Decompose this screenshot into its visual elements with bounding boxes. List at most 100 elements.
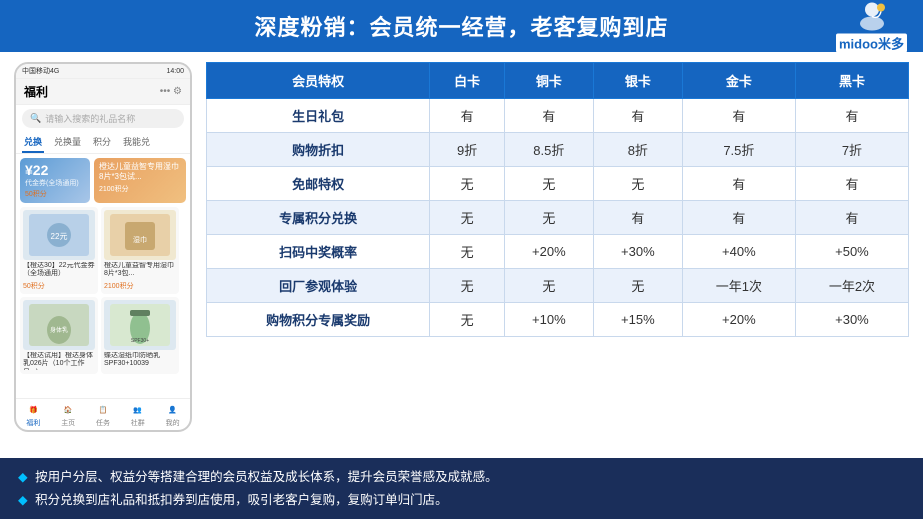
product-title-4: 蝶达湿纸巾防晒乳SPF30+10039 [104, 352, 176, 370]
cell-value: 8折 [593, 133, 682, 167]
main-content: 中国移动4G 14:00 福利 ••• ⚙ 🔍 请输入搜索的礼品名称 兑换 兑换… [0, 52, 923, 432]
phone-status-bar: 中国移动4G 14:00 [16, 64, 190, 79]
phone-nav-icons: ••• ⚙ [160, 86, 182, 97]
product-card-3: 身体乳 【橙达试用】橙达身体乳026片（10个工作日...) [20, 297, 98, 374]
cell-value: 8.5折 [504, 133, 593, 167]
cell-value: 有 [430, 99, 504, 133]
bottom-nav-welfare[interactable]: 🎁 福利 [26, 403, 40, 428]
cell-value: 有 [504, 99, 593, 133]
cell-feature: 专属积分兑换 [207, 201, 430, 235]
bullet-icon-2: ◆ [18, 493, 28, 507]
cell-value: +30% [593, 235, 682, 269]
cell-value: 无 [593, 269, 682, 303]
tab-exchange-count[interactable]: 兑换量 [52, 132, 83, 153]
voucher-points-2: 2100积分 [99, 184, 181, 194]
cell-value: +20% [682, 303, 795, 337]
cell-value: 无 [593, 167, 682, 201]
product-card-1: 22元 【橙达30】22元代金券（全场通用） 50积分 [20, 207, 98, 294]
cell-feature: 生日礼包 [207, 99, 430, 133]
header: 深度粉销：会员统一经营，老客复购到店 midoo米多 [0, 0, 923, 52]
cell-value: 有 [795, 167, 908, 201]
phone-search-bar[interactable]: 🔍 请输入搜索的礼品名称 [22, 109, 184, 128]
tab-can-exchange[interactable]: 我能兑 [121, 132, 152, 153]
bullet-icon-1: ◆ [18, 470, 28, 484]
product-img-1: 22元 [23, 210, 95, 260]
table-row: 生日礼包有有有有有 [207, 99, 909, 133]
cell-value: 有 [682, 201, 795, 235]
cell-value: +10% [504, 303, 593, 337]
cell-value: 无 [430, 269, 504, 303]
cell-feature: 回厂参观体验 [207, 269, 430, 303]
table-row: 购物积分专属奖励无+10%+15%+20%+30% [207, 303, 909, 337]
table-row: 专属积分兑换无无有有有 [207, 201, 909, 235]
product-card-2: 湿巾 橙达儿童益智专用湿巾8片*3包... 2100积分 [101, 207, 179, 294]
footer-text-1: ◆ 按用户分层、权益分等搭建合理的会员权益及成长体系，提升会员荣誉感及成就感。 [18, 466, 905, 489]
cell-value: 7.5折 [682, 133, 795, 167]
th-white: 白卡 [430, 63, 504, 99]
table-row: 免邮特权无无无有有 [207, 167, 909, 201]
product-title-1: 【橙达30】22元代金券（全场通用） [23, 262, 95, 280]
cell-value: 7折 [795, 133, 908, 167]
footer-text-2: ◆ 积分兑换到店礼品和抵扣券到店使用，吸引老客户复购，复购订单归门店。 [18, 489, 905, 512]
bottom-nav-me[interactable]: 👤 我的 [166, 403, 180, 428]
cell-value: 有 [682, 167, 795, 201]
table-row: 购物折扣9折8.5折8折7.5折7折 [207, 133, 909, 167]
logo-text: midoo米多 [836, 34, 907, 53]
table-body: 生日礼包有有有有有购物折扣9折8.5折8折7.5折7折免邮特权无无无有有专属积分… [207, 99, 909, 337]
footer-line-1: 按用户分层、权益分等搭建合理的会员权益及成长体系，提升会员荣誉感及成就感。 [35, 470, 498, 484]
cell-value: 一年1次 [682, 269, 795, 303]
welfare-icon: 🎁 [26, 403, 40, 417]
svg-text:SPF30+: SPF30+ [131, 338, 149, 344]
voucher-sub-1: 代金券(全场通用) [25, 178, 85, 188]
phone-bottom-nav: 🎁 福利 🏠 主页 📋 任务 👥 社群 👤 我的 [16, 398, 190, 430]
tab-exchange[interactable]: 兑换 [22, 132, 44, 153]
logo-area: midoo米多 [836, 0, 907, 53]
cell-feature: 购物积分专属奖励 [207, 303, 430, 337]
bottom-nav-home[interactable]: 🏠 主页 [61, 403, 75, 428]
cell-value: 无 [504, 167, 593, 201]
cell-value: +30% [795, 303, 908, 337]
midoo-logo-icon [851, 0, 893, 32]
bottom-nav-task[interactable]: 📋 任务 [96, 403, 110, 428]
me-icon: 👤 [166, 403, 180, 417]
cell-value: 无 [430, 201, 504, 235]
voucher-card-1: ¥22 代金券(全场通用) 50积分 [20, 158, 90, 203]
product-title-3: 【橙达试用】橙达身体乳026片（10个工作日...) [23, 352, 95, 370]
phone-nav-title: 福利 [24, 83, 48, 100]
table-header-row: 会员特权 白卡 铜卡 银卡 金卡 黑卡 [207, 63, 909, 99]
community-icon: 👥 [131, 403, 145, 417]
footer: ◆ 按用户分层、权益分等搭建合理的会员权益及成长体系，提升会员荣誉感及成就感。 … [0, 458, 923, 519]
svg-text:身体乳: 身体乳 [50, 326, 68, 334]
search-icon: 🔍 [30, 113, 41, 124]
cell-value: +50% [795, 235, 908, 269]
phone-tabs: 兑换 兑换量 积分 我能兑 [16, 132, 190, 154]
cell-value: 无 [430, 167, 504, 201]
footer-line-2: 积分兑换到店礼品和抵扣券到店使用，吸引老客户复购，复购订单归门店。 [35, 493, 448, 507]
bottom-nav-community[interactable]: 👥 社群 [131, 403, 145, 428]
th-feature: 会员特权 [207, 63, 430, 99]
th-gold: 金卡 [682, 63, 795, 99]
tab-points[interactable]: 积分 [91, 132, 113, 153]
membership-table-area: 会员特权 白卡 铜卡 银卡 金卡 黑卡 生日礼包有有有有有购物折扣9折8.5折8… [206, 62, 909, 432]
membership-table: 会员特权 白卡 铜卡 银卡 金卡 黑卡 生日礼包有有有有有购物折扣9折8.5折8… [206, 62, 909, 337]
product-img-3: 身体乳 [23, 300, 95, 350]
cell-feature: 扫码中奖概率 [207, 235, 430, 269]
page-title: 深度粉销：会员统一经营，老客复购到店 [254, 15, 668, 40]
cell-feature: 购物折扣 [207, 133, 430, 167]
voucher-sub-2: 橙达儿童益智专用湿巾8片*3包试... [99, 162, 181, 183]
cell-feature: 免邮特权 [207, 167, 430, 201]
home-icon: 🏠 [61, 403, 75, 417]
cell-value: 有 [795, 201, 908, 235]
cell-value: 无 [430, 303, 504, 337]
cell-value: 无 [504, 201, 593, 235]
th-bronze: 铜卡 [504, 63, 593, 99]
product-title-2: 橙达儿童益智专用湿巾8片*3包... [104, 262, 176, 280]
product-pts-1: 50积分 [23, 281, 95, 291]
table-row: 回厂参观体验无无无一年1次一年2次 [207, 269, 909, 303]
product-card-4: SPF30+ 蝶达湿纸巾防晒乳SPF30+10039 [101, 297, 179, 374]
cell-value: 有 [682, 99, 795, 133]
cell-value: 9折 [430, 133, 504, 167]
cell-value: 有 [795, 99, 908, 133]
cell-value: 无 [504, 269, 593, 303]
svg-text:湿巾: 湿巾 [133, 235, 147, 244]
